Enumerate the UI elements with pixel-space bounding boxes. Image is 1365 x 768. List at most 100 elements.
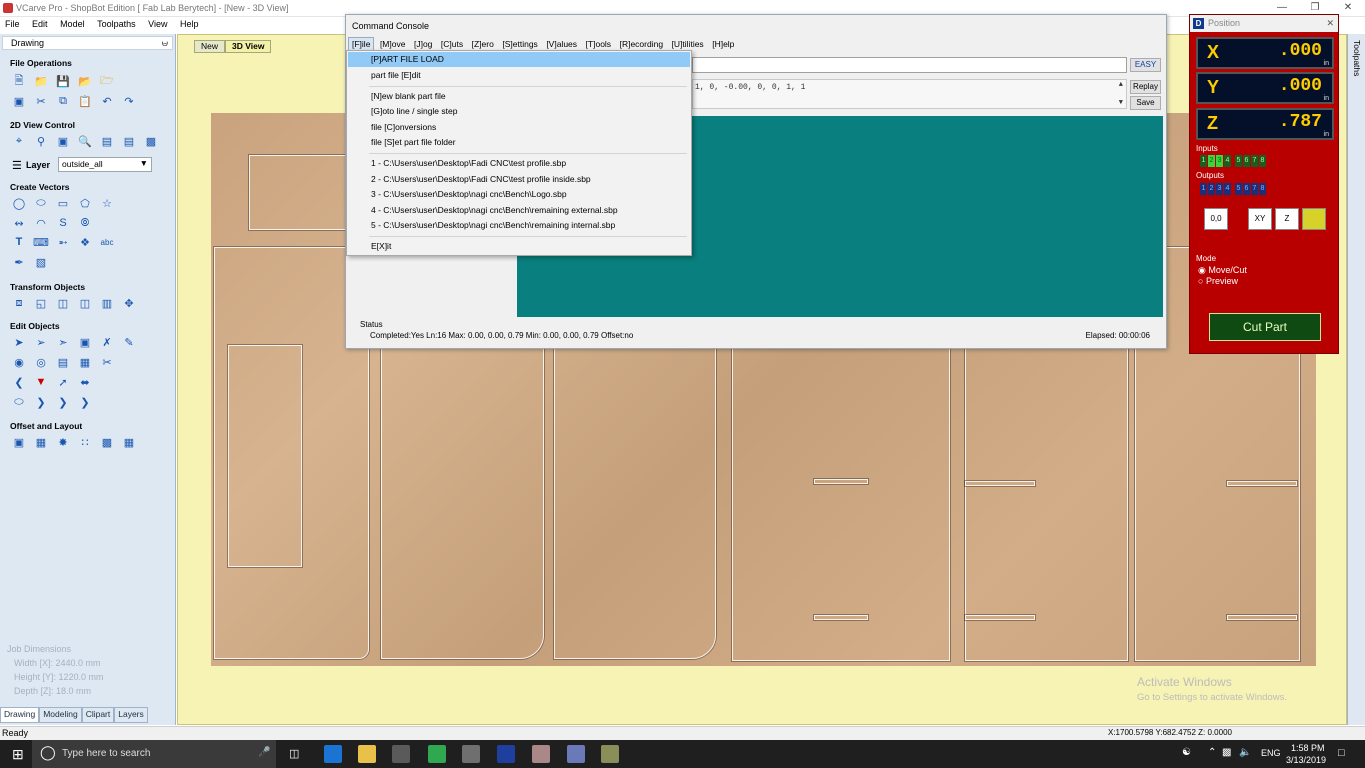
undo-icon[interactable]: ↶ <box>98 93 116 109</box>
chevron-up-icon[interactable]: ▲ <box>1119 81 1123 89</box>
console-menu-values[interactable]: [V]alues <box>543 38 580 50</box>
zero-xy-axes-button[interactable]: XY <box>1248 208 1272 230</box>
console-menu-utilities[interactable]: [U]tilities <box>669 38 707 50</box>
arrows-icon[interactable]: ⬌ <box>76 374 94 390</box>
view-3d-icon[interactable]: ▩ <box>142 133 160 149</box>
job-size-icon[interactable]: ▣ <box>10 93 28 109</box>
arc-icon[interactable]: ◠ <box>32 215 50 231</box>
tabs-icon[interactable]: ▦ <box>120 434 138 450</box>
delete-icon[interactable]: ✗ <box>98 334 116 350</box>
console-menu-tools[interactable]: [T]ools <box>583 38 615 50</box>
windows-start-icon[interactable]: ⊞ <box>12 746 24 763</box>
node-edit-icon[interactable]: ➢ <box>32 334 50 350</box>
text-icon[interactable]: T <box>10 234 28 250</box>
people-icon[interactable]: ☯ <box>1182 747 1191 758</box>
shopbot-icon[interactable] <box>497 745 515 763</box>
distort-icon[interactable]: ▥ <box>98 295 116 311</box>
mode-move-cut-radio[interactable]: ◉ Move/Cut <box>1198 265 1247 276</box>
menu-item-new-blank[interactable]: [N]ew blank part file <box>348 89 690 104</box>
tab-modeling[interactable]: Modeling <box>39 707 82 723</box>
nesting-icon[interactable]: ▩ <box>98 434 116 450</box>
task-view-icon[interactable]: ◫ <box>289 747 299 760</box>
spiral-icon[interactable]: ⦾ <box>76 215 94 231</box>
console-menu-settings[interactable]: [S]ettings <box>499 38 540 50</box>
trace-bitmap-icon[interactable]: ✒ <box>10 254 28 270</box>
polygon-icon[interactable]: ⬠ <box>76 195 94 211</box>
layer-select[interactable]: outside_all ▼ <box>58 157 152 172</box>
replay-button[interactable]: Replay <box>1130 80 1161 94</box>
circle-icon[interactable]: ◯ <box>10 195 28 211</box>
smooth-icon[interactable]: ❯ <box>76 394 94 410</box>
scale-icon[interactable]: ◱ <box>32 295 50 311</box>
cut-part-button[interactable]: Cut Part <box>1209 313 1321 341</box>
adjust-text-icon[interactable]: ❖ <box>76 234 94 250</box>
close-icon[interactable]: ✕ <box>1326 15 1334 32</box>
menu-item-goto-line[interactable]: [G]oto line / single step <box>348 104 690 119</box>
notifications-icon[interactable]: □ <box>1338 747 1345 759</box>
paste-icon[interactable]: 📋 <box>76 93 94 109</box>
measure-icon[interactable]: ✎ <box>120 334 138 350</box>
menu-model[interactable]: Model <box>55 17 90 31</box>
vcarve-icon[interactable] <box>532 745 550 763</box>
text-box-icon[interactable]: ⌨ <box>32 234 50 250</box>
zoom-box-icon[interactable]: ⚲ <box>32 133 50 149</box>
zoom-fit-icon[interactable]: ▣ <box>54 133 72 149</box>
app-icon[interactable] <box>601 745 619 763</box>
console-menu-move[interactable]: [M]ove <box>377 38 409 50</box>
ellipse-icon[interactable]: ⬭ <box>32 195 50 211</box>
microphone-icon[interactable]: 🎤 <box>258 747 270 758</box>
tab-3d-view[interactable]: 3D View <box>225 40 272 53</box>
save-icon[interactable]: 💾 <box>54 73 72 89</box>
menu-toolpaths[interactable]: Toolpaths <box>92 17 141 31</box>
trim-icon[interactable]: ❮ <box>10 374 28 390</box>
align-icon[interactable]: ◫ <box>54 295 72 311</box>
join-icon[interactable]: ▤ <box>54 354 72 370</box>
tab-layers[interactable]: Layers <box>114 707 148 723</box>
curve-fit-icon[interactable]: ❯ <box>54 394 72 410</box>
toolpaths-tab-label[interactable]: Toolpaths <box>1352 40 1362 76</box>
menu-item-recent-4[interactable]: 4 - C:\Users\user\Desktop\nagi cnc\Bench… <box>348 203 690 218</box>
new-file-icon[interactable]: 🗎 <box>10 73 28 89</box>
array-copy-icon[interactable]: ▦ <box>32 434 50 450</box>
tab-new[interactable]: New <box>194 40 226 53</box>
redo-icon[interactable]: ↷ <box>120 93 138 109</box>
restore-icon[interactable]: ❐ <box>1308 1 1322 15</box>
taskbar-search-box[interactable]: ◯ Type here to search 🎤 <box>32 740 276 768</box>
menu-item-part-file-edit[interactable]: part file [E]dit <box>348 68 690 83</box>
select-icon[interactable]: ➤ <box>10 334 28 350</box>
easy-button[interactable]: EASY <box>1130 58 1161 72</box>
weld-icon[interactable]: ▦ <box>76 354 94 370</box>
transform-mode-icon[interactable]: ➣ <box>54 334 72 350</box>
menu-item-recent-1[interactable]: 1 - C:\Users\user\Desktop\Fadi CNC\test … <box>348 156 690 171</box>
fillet-icon[interactable]: ▧ <box>32 254 50 270</box>
set-origin-icon[interactable]: ✥ <box>120 295 138 311</box>
pin-icon[interactable]: ⩁ <box>162 37 168 49</box>
zero-z-button[interactable]: Z <box>1275 208 1299 230</box>
zoom-extents-icon[interactable]: ⌖ <box>10 133 28 149</box>
spindle-button[interactable] <box>1302 208 1326 230</box>
cut-icon[interactable]: ✂ <box>32 93 50 109</box>
network-icon[interactable]: ▩ <box>1222 747 1231 758</box>
move-icon[interactable]: ⧈ <box>10 295 28 311</box>
scissors-icon[interactable]: ✂ <box>98 354 116 370</box>
view-split-icon[interactable]: ▤ <box>120 133 138 149</box>
chevron-up-icon[interactable]: ⌃ <box>1208 747 1216 758</box>
interactive-select-icon[interactable]: ▣ <box>76 334 94 350</box>
star-icon[interactable]: ☆ <box>98 195 116 211</box>
menu-view[interactable]: View <box>143 17 172 31</box>
toolpaths-strip[interactable]: Toolpaths <box>1347 34 1365 725</box>
file-explorer-icon[interactable] <box>358 745 376 763</box>
group-icon[interactable]: ◉ <box>10 354 28 370</box>
ungroup-icon[interactable]: ◎ <box>32 354 50 370</box>
command-input[interactable] <box>692 57 1127 73</box>
volume-icon[interactable]: 🔈 <box>1239 747 1251 758</box>
menu-help[interactable]: Help <box>175 17 204 31</box>
import-vectors-icon[interactable]: 🗁 <box>98 73 116 89</box>
curve-icon[interactable]: S <box>54 215 72 231</box>
save-button[interactable]: Save <box>1130 96 1161 110</box>
mode-preview-radio[interactable]: ○ Preview <box>1198 276 1238 286</box>
offset-icon[interactable]: ▣ <box>10 434 28 450</box>
console-menu-jog[interactable]: [J]og <box>411 38 435 50</box>
menu-item-part-file-load[interactable]: [P]ART FILE LOAD <box>348 52 690 67</box>
app-icon[interactable] <box>428 745 446 763</box>
